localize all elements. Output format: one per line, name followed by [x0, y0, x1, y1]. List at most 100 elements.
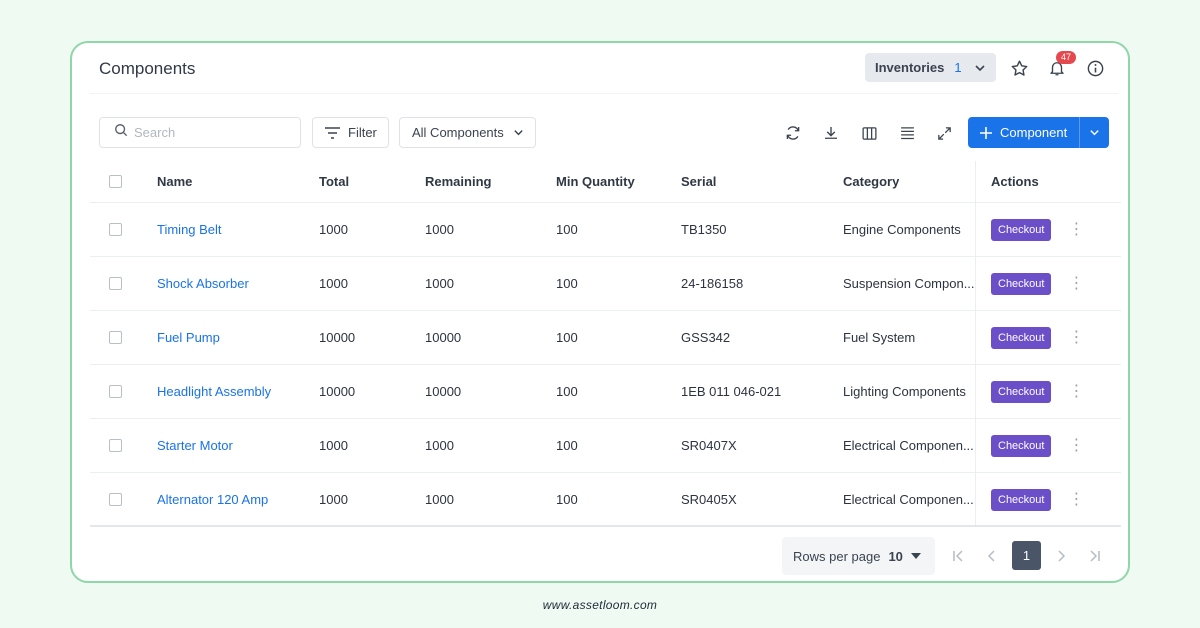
checkout-button[interactable]: Checkout: [991, 272, 1052, 295]
remaining-cell: 1000: [425, 492, 454, 507]
first-page-icon[interactable]: [949, 547, 967, 565]
row-checkbox[interactable]: [109, 473, 122, 526]
more-options-icon[interactable]: ⋮: [1068, 329, 1084, 346]
remaining-cell: 1000: [425, 438, 454, 453]
components-card: Components Inventories 1 47 Search Filte…: [70, 41, 1130, 583]
checkout-button[interactable]: Checkout: [991, 488, 1052, 511]
total-cell: 10000: [319, 330, 356, 345]
column-header-min-quantity[interactable]: Min Quantity: [556, 161, 635, 202]
table-row: Fuel Pump 10000 10000 100 GSS342 Fuel Sy…: [90, 311, 1121, 365]
remaining-cell: 1000: [425, 222, 454, 237]
inventories-label: Inventories: [875, 60, 945, 75]
fullscreen-icon[interactable]: [934, 123, 954, 143]
header-divider: [90, 93, 1118, 94]
remaining-cell: 10000: [425, 330, 462, 345]
column-header-name[interactable]: Name: [157, 161, 192, 202]
density-icon[interactable]: [897, 123, 917, 143]
checkout-button[interactable]: Checkout: [991, 218, 1052, 241]
actions-cell: Checkout ⋮: [975, 311, 1121, 364]
row-checkbox[interactable]: [109, 257, 122, 310]
table-row: Shock Absorber 1000 1000 100 24-186158 S…: [90, 257, 1121, 311]
component-name-link[interactable]: Shock Absorber: [157, 257, 249, 310]
component-name-link[interactable]: Starter Motor: [157, 419, 233, 472]
website-url: www.assetloom.com: [542, 598, 658, 612]
column-header-remaining[interactable]: Remaining: [425, 161, 491, 202]
star-icon[interactable]: [1008, 57, 1030, 79]
search-icon: [114, 123, 128, 142]
category-cell: Electrical Componen...: [843, 492, 974, 507]
row-checkbox[interactable]: [109, 365, 122, 418]
component-name-link[interactable]: Timing Belt: [157, 203, 222, 256]
actions-cell: Checkout ⋮: [975, 365, 1121, 418]
view-select[interactable]: All Components: [399, 117, 536, 148]
total-cell: 1000: [319, 276, 348, 291]
filter-label: Filter: [348, 125, 377, 140]
category-cell: Fuel System: [843, 330, 916, 345]
chevron-down-icon: [513, 127, 524, 138]
page-title: Components: [99, 59, 196, 78]
more-options-icon[interactable]: ⋮: [1068, 275, 1084, 292]
component-name-link[interactable]: Fuel Pump: [157, 311, 220, 364]
add-component-button[interactable]: Component: [968, 117, 1109, 148]
search-box[interactable]: [99, 117, 301, 148]
total-cell: 10000: [319, 384, 356, 399]
view-select-value: All Components: [412, 125, 504, 140]
plus-icon: [980, 126, 992, 139]
serial-cell: SR0405X: [681, 492, 737, 507]
download-icon[interactable]: [821, 123, 841, 143]
row-checkbox[interactable]: [109, 203, 122, 256]
total-cell: 1000: [319, 222, 348, 237]
actions-cell: Checkout ⋮: [975, 203, 1121, 256]
add-component-main[interactable]: Component: [968, 117, 1080, 148]
filter-button[interactable]: Filter: [312, 117, 389, 148]
min-quantity-cell: 100: [556, 330, 578, 345]
serial-cell: 1EB 011 046-021: [681, 384, 782, 399]
category-cell: Suspension Compon...: [843, 276, 974, 291]
component-name-link[interactable]: Headlight Assembly: [157, 365, 271, 418]
column-header-total[interactable]: Total: [319, 161, 349, 202]
column-header-serial[interactable]: Serial: [681, 161, 716, 202]
category-cell: Electrical Componen...: [843, 438, 974, 453]
more-options-icon[interactable]: ⋮: [1068, 383, 1084, 400]
next-page-icon[interactable]: [1052, 547, 1070, 565]
page-button-current[interactable]: 1: [1012, 541, 1041, 570]
rows-per-page-select[interactable]: Rows per page 10: [782, 537, 935, 575]
caret-down-icon: [910, 553, 921, 559]
info-icon[interactable]: [1084, 57, 1106, 79]
select-all-checkbox[interactable]: [109, 161, 122, 202]
row-checkbox[interactable]: [109, 311, 122, 364]
columns-icon[interactable]: [859, 123, 879, 143]
add-component-dropdown[interactable]: [1080, 117, 1109, 148]
min-quantity-cell: 100: [556, 438, 578, 453]
more-options-icon[interactable]: ⋮: [1068, 221, 1084, 238]
previous-page-icon[interactable]: [983, 547, 1001, 565]
refresh-icon[interactable]: [783, 123, 803, 143]
component-name-link[interactable]: Alternator 120 Amp: [157, 473, 268, 526]
column-header-category[interactable]: Category: [843, 161, 899, 202]
last-page-icon[interactable]: [1086, 547, 1104, 565]
chevron-down-icon: [974, 62, 986, 77]
actions-cell: Checkout ⋮: [975, 257, 1121, 310]
remaining-cell: 1000: [425, 276, 454, 291]
table-bottom-border: [90, 525, 1121, 527]
more-options-icon[interactable]: ⋮: [1068, 437, 1084, 454]
checkout-button[interactable]: Checkout: [991, 380, 1052, 403]
search-input[interactable]: [134, 125, 284, 140]
remaining-cell: 10000: [425, 384, 462, 399]
row-checkbox[interactable]: [109, 419, 122, 472]
checkout-button[interactable]: Checkout: [991, 326, 1052, 349]
serial-cell: TB1350: [681, 222, 727, 237]
table-header-row: Name Total Remaining Min Quantity Serial…: [90, 161, 1121, 203]
serial-cell: 24-186158: [681, 276, 744, 291]
table-row: Alternator 120 Amp 1000 1000 100 SR0405X…: [90, 473, 1121, 527]
min-quantity-cell: 100: [556, 222, 578, 237]
more-options-icon[interactable]: ⋮: [1068, 491, 1084, 508]
inventories-selector[interactable]: Inventories 1: [865, 53, 996, 82]
pagination-bar: Rows per page 10 1: [72, 537, 1128, 575]
serial-cell: SR0407X: [681, 438, 737, 453]
card-header: Components Inventories 1 47: [72, 43, 1128, 93]
rows-per-page-label: Rows per page: [793, 548, 881, 564]
checkout-button[interactable]: Checkout: [991, 434, 1052, 457]
total-cell: 1000: [319, 492, 348, 507]
components-table: Name Total Remaining Min Quantity Serial…: [90, 161, 1121, 527]
